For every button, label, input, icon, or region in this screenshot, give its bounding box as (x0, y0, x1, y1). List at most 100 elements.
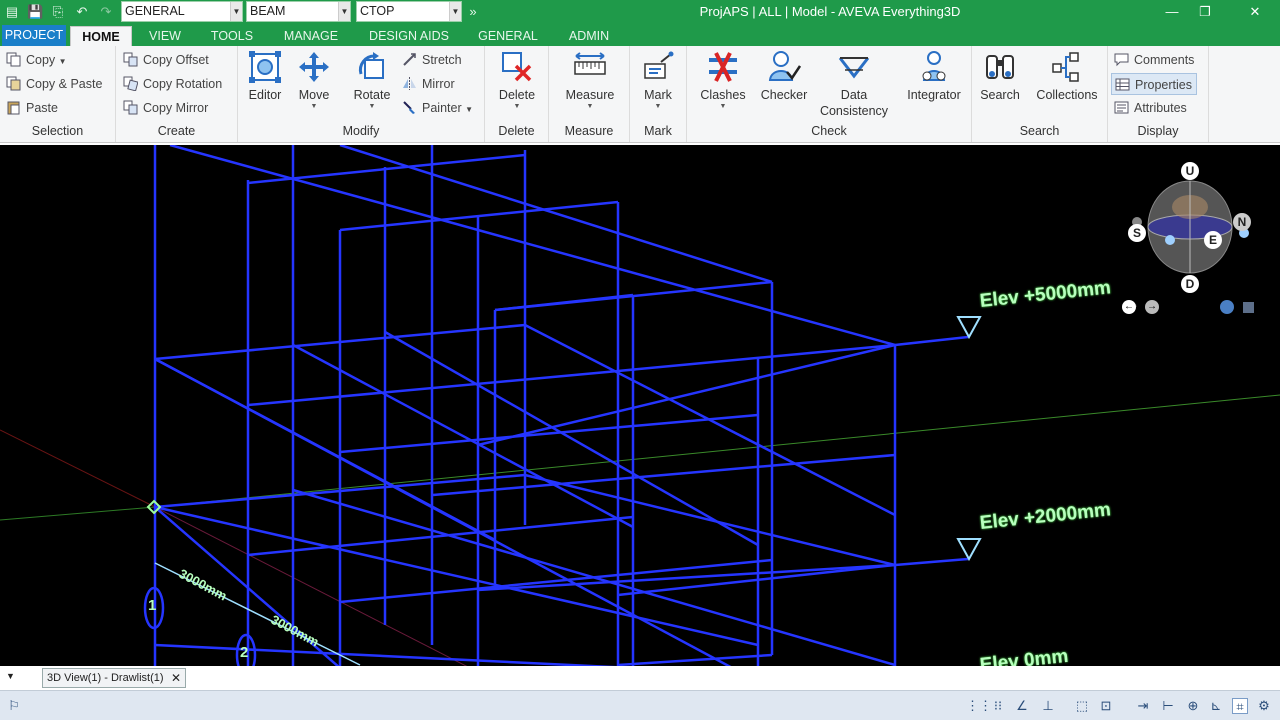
group-mark: Mark ▼ Mark (630, 46, 687, 142)
measure-horizontal-icon[interactable]: ⇥ (1135, 698, 1151, 714)
arrow-left-icon[interactable]: ← (1122, 300, 1136, 314)
move-arrows-icon (299, 52, 329, 82)
ruler-icon (574, 52, 606, 75)
mark-button[interactable]: Mark ▼ (635, 50, 681, 111)
snap-pattern-icon[interactable]: ⁝⁝ (990, 698, 1006, 714)
close-icon[interactable]: ✕ (1243, 2, 1267, 22)
delete-button[interactable]: Delete ▼ (491, 50, 543, 111)
tab-list-dropdown-icon[interactable]: ▼ (6, 671, 15, 681)
copy-mirror-label: Copy Mirror (143, 101, 209, 115)
mark-label: Mark (644, 88, 672, 102)
measure-button[interactable]: Measure ▼ (557, 50, 623, 111)
tab-manage[interactable]: MANAGE (272, 26, 350, 46)
comments-button[interactable]: Comments (1114, 49, 1194, 71)
group-label-modify: Modify (342, 124, 380, 138)
mirror-button[interactable]: Mirror (402, 73, 455, 95)
properties-button[interactable]: Properties (1111, 73, 1197, 95)
copy-mirror-button[interactable]: Copy Mirror (123, 97, 208, 119)
chevron-down-icon: ▼ (310, 103, 318, 110)
justification-combo[interactable]: CTOP ▼ (356, 1, 462, 22)
properties-label: Properties (1135, 78, 1192, 92)
painter-button[interactable]: Painter ▼ (402, 97, 473, 119)
tab-tools[interactable]: TOOLS (200, 26, 264, 46)
data-consistency-button[interactable]: Data Consistency (815, 50, 893, 119)
cube-icon[interactable] (1243, 302, 1254, 313)
group-measure: Measure ▼ Measure (549, 46, 630, 142)
settings-gear-icon[interactable]: ⚙ (1256, 698, 1272, 714)
copy-offset-label: Copy Offset (143, 53, 209, 67)
node-select-icon[interactable]: ⊡ (1098, 698, 1114, 714)
purpose-combo-value: GENERAL (125, 4, 185, 18)
compass-down[interactable]: D (1181, 275, 1199, 293)
undo-icon[interactable]: ↶ (74, 3, 90, 20)
minimize-icon[interactable]: — (1160, 2, 1184, 22)
tab-project[interactable]: PROJECT (2, 25, 66, 46)
checker-button[interactable]: Checker (757, 50, 811, 103)
navigation-compass[interactable]: U D S N E ← → (1120, 157, 1260, 315)
editor-label: Editor (248, 88, 282, 102)
tab-design-aids[interactable]: DESIGN AIDS (358, 26, 460, 46)
overflow-more-icon[interactable]: » (465, 3, 481, 20)
copy-rotation-button[interactable]: Copy Rotation (123, 73, 222, 95)
mirror-label: Mirror (422, 77, 455, 91)
integrator-icon (922, 51, 946, 81)
copy-button[interactable]: Copy ▼ (6, 49, 67, 71)
close-tab-icon[interactable]: ✕ (171, 669, 181, 687)
properties-grid-icon (1115, 78, 1130, 91)
origin-icon[interactable]: ⊾ (1208, 698, 1224, 714)
tab-view[interactable]: VIEW (137, 26, 193, 46)
element-type-combo[interactable]: BEAM ▼ (246, 1, 351, 22)
clashes-button[interactable]: Clashes ▼ (697, 50, 749, 111)
perpendicular-icon[interactable]: ⊥ (1040, 698, 1056, 714)
copy-paste-button[interactable]: Copy & Paste (6, 73, 102, 95)
tab-general[interactable]: GENERAL (466, 26, 550, 46)
attributes-button[interactable]: Attributes (1114, 97, 1187, 119)
arrow-right-icon[interactable]: → (1145, 300, 1159, 314)
copy-offset-button[interactable]: Copy Offset (123, 49, 209, 71)
compass-up[interactable]: U (1181, 162, 1199, 180)
tab-home[interactable]: HOME (70, 26, 132, 48)
tab-admin[interactable]: ADMIN (555, 26, 623, 46)
center-icon[interactable]: ⊕ (1185, 698, 1201, 714)
tab-3d-view[interactable]: 3D View(1) - Drawlist(1) ✕ (42, 668, 186, 688)
grid-snap-icon[interactable]: ⋮⋮ (966, 698, 992, 714)
integrator-button[interactable]: Integrator (901, 50, 967, 103)
box-select-icon[interactable]: ⬚ (1074, 698, 1090, 714)
editor-button[interactable]: Editor (244, 50, 286, 103)
undo-history-icon[interactable]: ⎘ (50, 3, 66, 20)
clashes-label: Clashes (700, 88, 746, 102)
comments-label: Comments (1134, 53, 1195, 67)
globe-icon[interactable] (1220, 300, 1234, 314)
save-icon[interactable]: 💾 (27, 3, 43, 20)
align-icon[interactable]: ⊢ (1160, 698, 1176, 714)
copy-paste-icon (6, 76, 21, 91)
group-label-create: Create (157, 124, 196, 138)
paste-button[interactable]: Paste (6, 97, 58, 119)
group-label-display: Display (1137, 124, 1179, 138)
chevron-down-icon: ▼ (338, 2, 350, 21)
compass-north[interactable]: N (1233, 213, 1251, 231)
paste-label: Paste (26, 101, 58, 115)
checker-person-icon (768, 51, 801, 81)
collections-button[interactable]: Collections (1030, 50, 1104, 103)
redo-icon[interactable]: ↷ (98, 3, 114, 20)
move-label: Move (298, 88, 330, 102)
compass-south[interactable]: S (1128, 224, 1146, 242)
group-create: Copy Offset Copy Rotation Copy Mirror Cr… (116, 46, 238, 142)
restore-icon[interactable]: ❐ (1193, 2, 1217, 22)
editor-icon (249, 51, 281, 83)
move-button[interactable]: Move ▼ (292, 50, 336, 111)
status-bar: ⚐ ⋮⋮ ⁝⁝ ∠ ⊥ ⬚ ⊡ ⇥ ⊢ ⊕ ⊾ ⌗ ⚙ (0, 690, 1280, 720)
purpose-combo[interactable]: GENERAL ▼ (121, 1, 243, 22)
stretch-button[interactable]: Stretch (402, 49, 462, 71)
3d-viewport[interactable]: Elev +5000mm Elev +2000mm Elev 0mm 1 2 3… (0, 143, 1280, 666)
rotate-button[interactable]: Rotate ▼ (346, 50, 398, 111)
status-message-icon[interactable]: ⚐ (6, 698, 22, 714)
compass-east[interactable]: E (1204, 231, 1222, 249)
crosshair-snap-icon[interactable]: ⌗ (1232, 698, 1248, 714)
elevation-marker-icon (956, 316, 982, 340)
attributes-label: Attributes (1134, 101, 1187, 115)
app-icon[interactable]: ▤ (4, 3, 20, 20)
angle-snap-icon[interactable]: ∠ (1014, 698, 1030, 714)
search-button[interactable]: Search (977, 50, 1023, 103)
